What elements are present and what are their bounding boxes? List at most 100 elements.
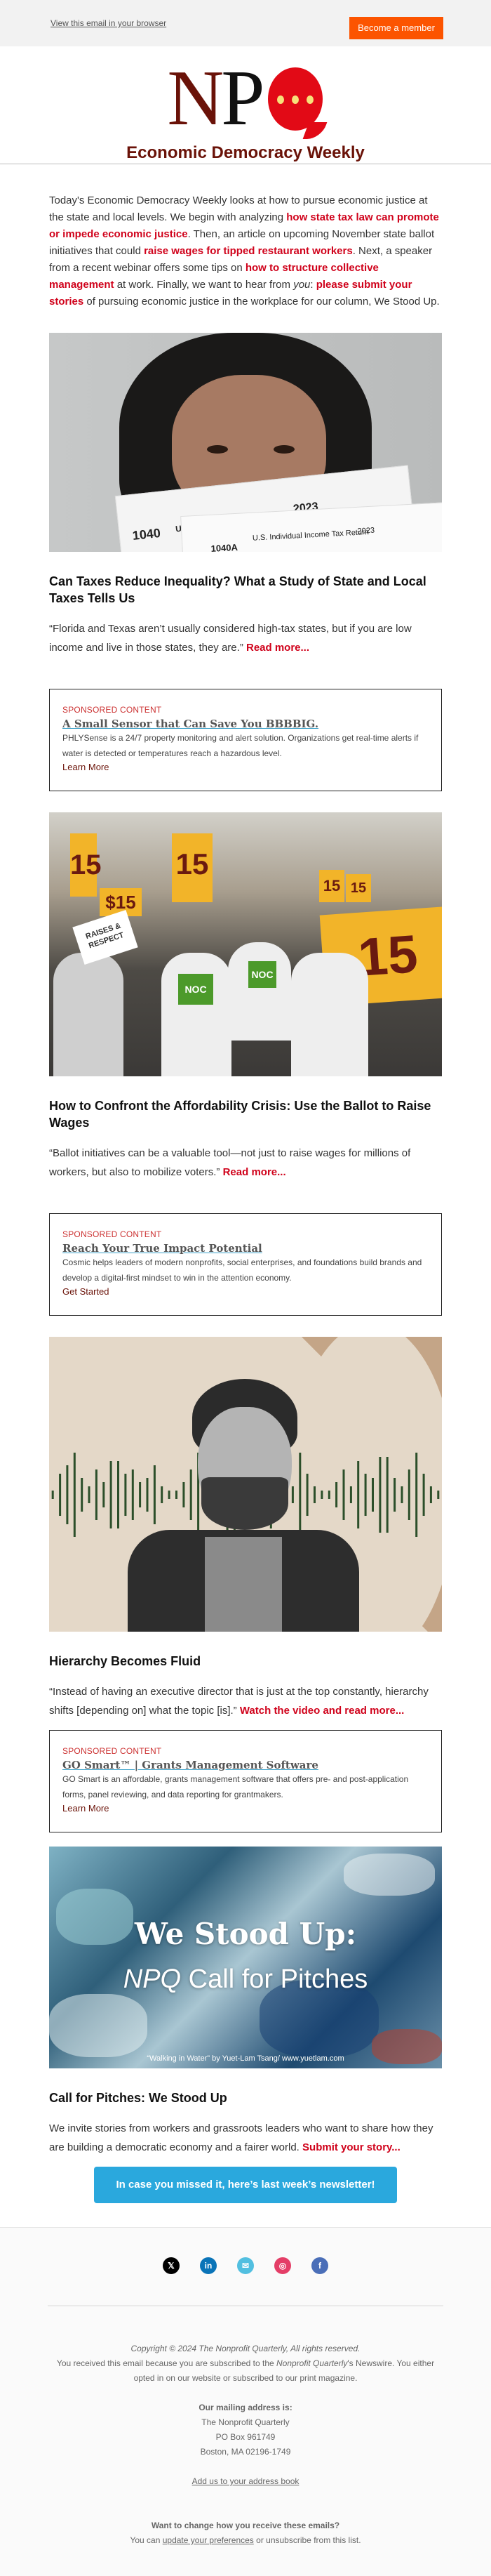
waveform-bar [88, 1486, 90, 1503]
intro-text-you: you [293, 279, 311, 291]
form-text: 1040A [210, 541, 238, 552]
waveform-bar [109, 1461, 112, 1528]
waveform-bar [117, 1461, 119, 1528]
article-quote: “Instead of having an executive director… [49, 1682, 442, 1720]
article-title[interactable]: Hierarchy Becomes Fluid [49, 1653, 442, 1670]
sign-text: 15 [319, 870, 344, 902]
logo-letter-p: P [221, 55, 265, 142]
image-subtitle-npq: NPQ [123, 1964, 182, 1994]
address-book-link[interactable]: Add us to your address book [192, 2476, 300, 2486]
sponsored-label: SPONSORED CONTENT [62, 705, 162, 715]
waveform-bar [95, 1469, 97, 1520]
image-subtitle: NPQ Call for Pitches [49, 1964, 442, 1995]
ad-cta-link[interactable]: Learn More [62, 761, 429, 774]
article-quote: “Ballot initiatives can be a valuable to… [49, 1144, 442, 1182]
article-quote: “Florida and Texas aren’t usually consid… [49, 619, 442, 657]
ad-headline-link[interactable]: Reach Your True Impact Potential [62, 1242, 429, 1255]
waveform-bar [102, 1482, 105, 1507]
copyright: Copyright © 2024 The Nonprofit Quarterly… [130, 2344, 361, 2353]
intro-text: at work. Finally, we want to hear from [114, 279, 294, 291]
read-more-link[interactable]: Read more... [223, 1166, 286, 1178]
preferences-heading: Want to change how you receive these ema… [151, 2521, 340, 2530]
call-for-pitches-image[interactable]: We Stood Up: NPQ Call for Pitches “Walki… [49, 1847, 442, 2068]
rally-article-image[interactable]: 15 $15 15 15 15 15 RAISES & RESPECT NOC … [49, 812, 442, 1076]
masthead: N P Economic Democracy Weekly [0, 46, 491, 164]
waveform-bar [415, 1453, 418, 1537]
linkedin-icon[interactable]: in [200, 2257, 217, 2274]
facebook-icon[interactable]: f [311, 2257, 328, 2274]
footer: 𝕏 in ✉ ◎ f Copyright © 2024 The Nonprofi… [0, 2227, 491, 2576]
footer-text: Copyright © 2024 The Nonprofit Quarterly… [0, 2306, 491, 2548]
read-more-link[interactable]: Read more... [246, 642, 309, 654]
address-line: The Nonprofit Quarterly [201, 2417, 290, 2427]
update-preferences-link[interactable]: update your preferences [163, 2535, 254, 2545]
sign-text: 15 [70, 833, 102, 897]
quote-text: “Florida and Texas aren’t usually consid… [49, 623, 412, 654]
waveform-bar [437, 1491, 440, 1499]
email-content: Today's Economic Democracy Weekly looks … [0, 164, 491, 2203]
waveform-bar [394, 1478, 396, 1512]
article-title[interactable]: How to Confront the Affordability Crisis… [49, 1097, 442, 1131]
form-text: 2023 [357, 526, 375, 536]
ad-description: PHLYSense is a 24/7 property monitoring … [62, 733, 419, 758]
submit-story-link[interactable]: Submit your story... [302, 2141, 401, 2153]
last-week-newsletter-button[interactable]: In case you missed it, here’s last week’… [94, 2167, 397, 2203]
waveform-bar [73, 1453, 76, 1537]
x-icon[interactable]: 𝕏 [163, 2257, 180, 2274]
preferences-text-part: You can [130, 2535, 163, 2545]
ad-cta-link[interactable]: Learn More [62, 1802, 429, 1815]
watch-video-link[interactable]: Watch the video and read more... [240, 1705, 405, 1717]
preheader: View this email in your browser Become a… [0, 0, 491, 46]
logo-letter-n: N [167, 55, 224, 142]
image-credit: “Walking in Water” by Yuet-Lam Tsang/ ww… [147, 2054, 344, 2063]
image-subtitle-text: Call for Pitches [181, 1964, 368, 1994]
waveform-bar [59, 1474, 62, 1516]
waveform-bar [81, 1478, 83, 1512]
article-title[interactable]: Call for Pitches: We Stood Up [49, 2089, 442, 2106]
form-text: U.S. Individual Income Tax Return [252, 528, 370, 543]
npq-logo[interactable]: N P [167, 55, 327, 142]
intro-text: : [310, 279, 316, 291]
ad-cta-link[interactable]: Get Started [62, 1286, 429, 1298]
waveform-bar [372, 1478, 374, 1512]
subscription-notice: You received this email because you are … [49, 2356, 442, 2386]
waveform-bar [124, 1474, 127, 1516]
waveform-bar [364, 1474, 367, 1516]
shirt-logo-text: NOC [178, 974, 213, 1005]
ad-headline-link[interactable]: GO Smart™ | Grants Management Software [62, 1759, 429, 1771]
waveform-bar [408, 1469, 410, 1520]
sign-text: RAISES & RESPECT [72, 910, 138, 965]
intro-text: of pursuing economic justice in the work… [83, 296, 440, 308]
sign-text: 15 [172, 833, 213, 902]
intro-paragraph: Today's Economic Democracy Weekly looks … [49, 164, 442, 310]
newsletter-title: Economic Democracy Weekly [126, 143, 365, 162]
preferences-text-part: or unsubscribe from this list. [253, 2535, 361, 2545]
waveform-bar [379, 1457, 382, 1533]
waveform-bar [401, 1486, 403, 1503]
instagram-icon[interactable]: ◎ [274, 2257, 291, 2274]
form-text: 1040 [131, 525, 161, 543]
waveform-bar [51, 1491, 54, 1499]
view-in-browser-link[interactable]: View this email in your browser [51, 18, 166, 28]
sponsored-ad: SPONSORED CONTENT A Small Sensor that Ca… [49, 689, 442, 791]
sponsored-label: SPONSORED CONTENT [62, 1746, 162, 1756]
article-title[interactable]: Can Taxes Reduce Inequality? What a Stud… [49, 573, 442, 607]
speech-bubble-q-icon [267, 67, 327, 139]
podcast-article-image[interactable] [49, 1337, 442, 1632]
speaker-portrait [128, 1379, 359, 1632]
sponsored-ad: SPONSORED CONTENT Reach Your True Impact… [49, 1213, 442, 1316]
address-line: Boston, MA 02196-1749 [200, 2447, 291, 2457]
image-title: We Stood Up: [134, 1917, 357, 1951]
ad-description: Cosmic helps leaders of modern nonprofit… [62, 1257, 422, 1283]
email-icon[interactable]: ✉ [237, 2257, 254, 2274]
shirt-logo-text: NOC [248, 961, 276, 988]
intro-link-tipped-wages[interactable]: raise wages for tipped restaurant worker… [144, 245, 353, 257]
ad-headline-link[interactable]: A Small Sensor that Can Save You BBBBIG. [62, 718, 429, 730]
waveform-bar [422, 1474, 425, 1516]
mailing-address-heading: Our mailing address is: [199, 2403, 292, 2412]
become-member-button[interactable]: Become a member [349, 17, 443, 39]
waveform-bar [429, 1486, 432, 1503]
sign-text: 15 [346, 874, 371, 902]
sponsored-ad: SPONSORED CONTENT GO Smart™ | Grants Man… [49, 1730, 442, 1832]
taxes-article-image[interactable]: 1040 U.S. Individual Income Tax Return 2… [49, 333, 442, 552]
